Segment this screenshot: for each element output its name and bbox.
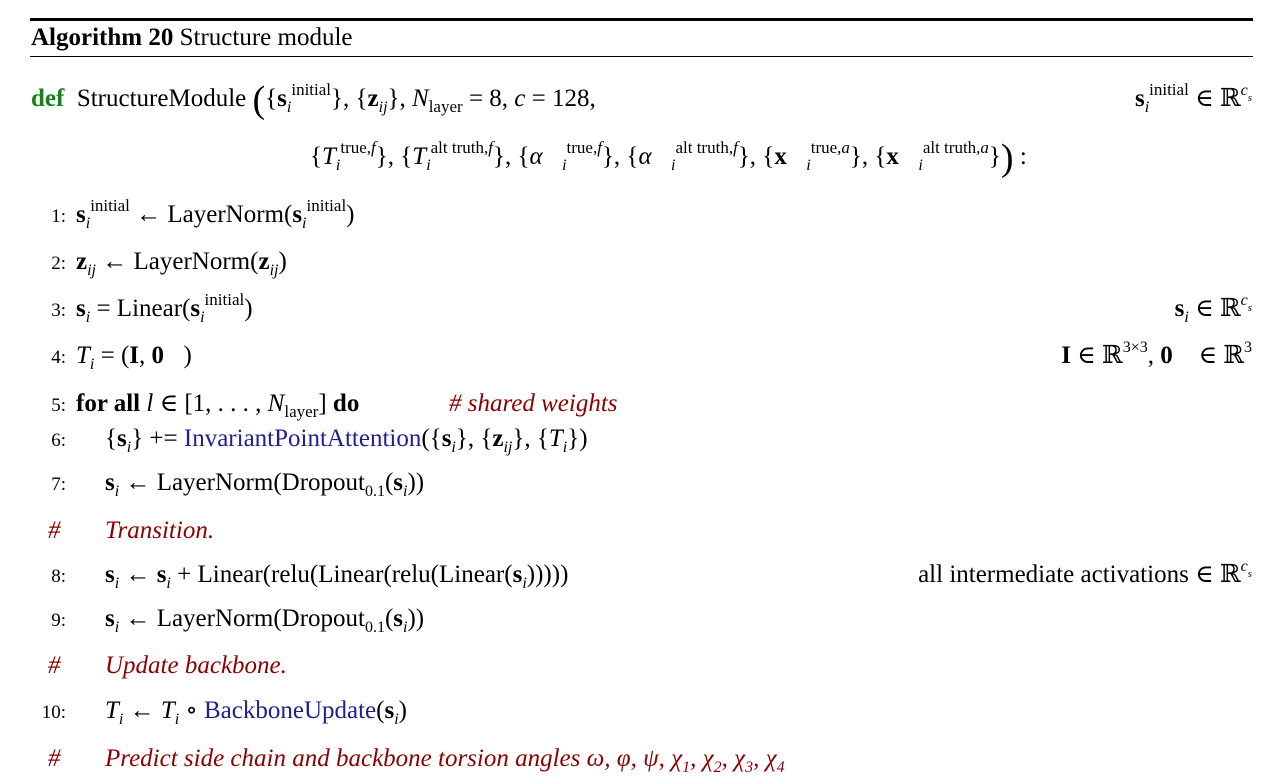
def-keyword: def xyxy=(31,85,65,112)
comment-shared-weights: # shared weights xyxy=(449,390,618,417)
def-args-line1: {siinitial}, {zij}, Nlayer = 8, c = 128, xyxy=(265,80,596,116)
algorithm-caption: Algorithm 20 Structure module xyxy=(31,22,353,54)
line-number: 3: xyxy=(51,300,66,321)
comment-hash: # xyxy=(48,745,61,772)
line-number: 7: xyxy=(51,474,66,495)
line-code: si ← LayerNorm(Dropout0.1(si)) xyxy=(105,605,425,636)
caption-rule xyxy=(30,56,1253,57)
line-number: 4: xyxy=(51,347,66,368)
comment-hash: # xyxy=(48,517,61,544)
def-line: def StructureModule ({siinitial}, {zij},… xyxy=(31,80,596,119)
line-3-annotation: si ∈ ℝcs xyxy=(1174,292,1252,326)
comment-predict-torsion: Predict side chain and backbone torsion … xyxy=(105,745,785,776)
def-annotation: siinitial ∈ ℝcs xyxy=(1134,80,1252,116)
comment-update-backbone: Update backbone. xyxy=(105,652,287,679)
function-name: StructureModule xyxy=(76,85,247,112)
comment-hash: # xyxy=(48,652,61,679)
line-code: siinitial ← LayerNorm(siinitial) xyxy=(76,196,355,232)
line-code: si ← si + Linear(relu(Linear(relu(Linear… xyxy=(105,561,569,592)
algorithm-number: Algorithm 20 xyxy=(31,24,174,51)
line-code: zij ← LayerNorm(zij) xyxy=(76,248,287,279)
line-code: Ti = (I, 0⃗) xyxy=(76,342,192,373)
open-paren: ( xyxy=(252,79,266,121)
line-code: for all l ∈ [1, . . . , Nlayer] do xyxy=(76,390,360,421)
line-8-annotation: all intermediate activations ∈ ℝcs xyxy=(918,558,1252,589)
line-number: 2: xyxy=(51,253,66,274)
line-number: 5: xyxy=(51,395,66,416)
top-rule xyxy=(30,18,1253,21)
line-code: {si} += InvariantPointAttention({si}, {z… xyxy=(105,425,588,456)
line-number: 9: xyxy=(51,610,66,631)
line-code: Ti ← Ti ∘ BackboneUpdate(si) xyxy=(105,697,407,728)
def-args-line2: {Titrue,f}, {Tialt truth,f}, {α⃗itrue,f}… xyxy=(310,137,1027,179)
line-number: 10: xyxy=(41,702,66,723)
line-4-annotation: I ∈ ℝ3×3, 0⃗ ∈ ℝ3 xyxy=(1061,339,1252,370)
line-code: si = Linear(siinitial) xyxy=(76,290,253,326)
line-code: si ← LayerNorm(Dropout0.1(si)) xyxy=(105,469,425,500)
algorithm-title: Structure module xyxy=(179,24,353,51)
line-number: 8: xyxy=(51,566,66,587)
comment-transition: Transition. xyxy=(105,517,215,544)
line-number: 6: xyxy=(51,430,66,451)
line-number: 1: xyxy=(51,206,66,227)
